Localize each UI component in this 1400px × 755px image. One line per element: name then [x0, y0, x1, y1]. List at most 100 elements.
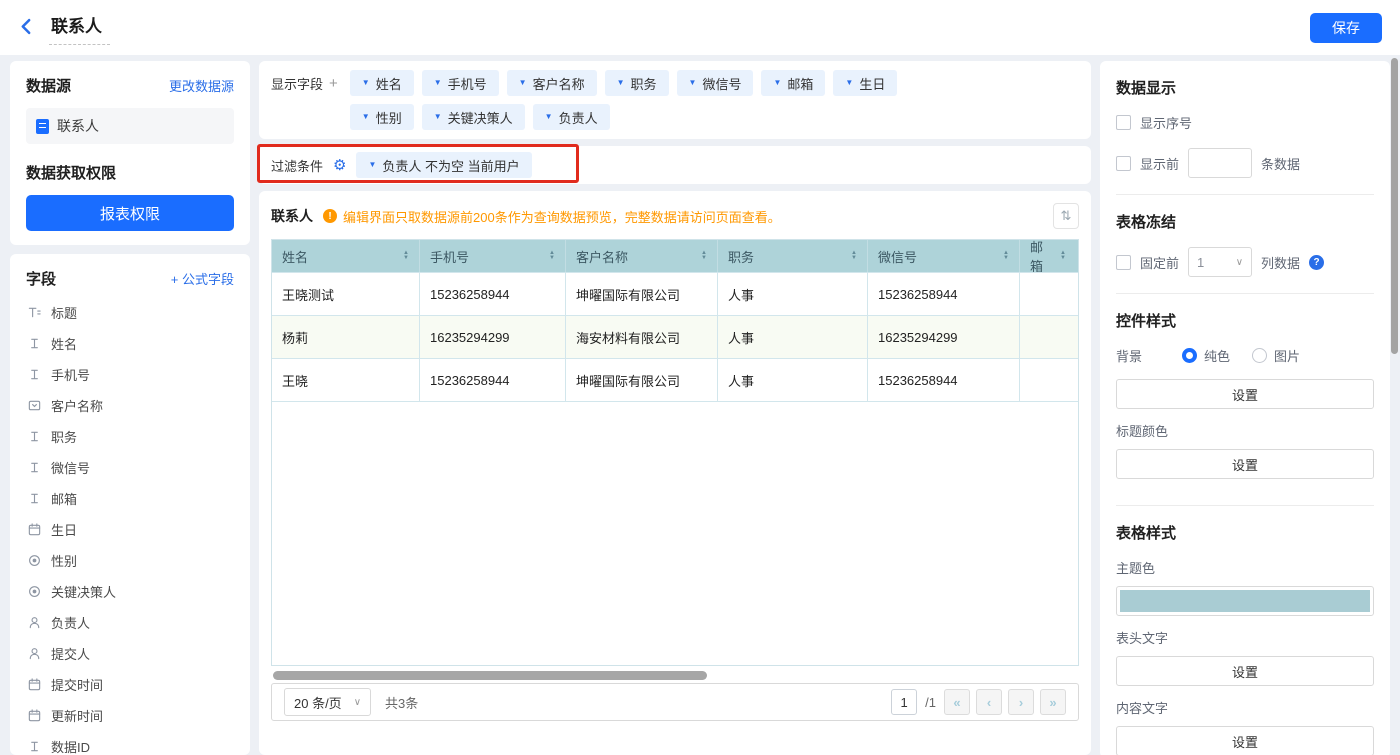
field-item[interactable]: 数据ID — [26, 731, 234, 755]
report-permission-button[interactable]: 报表权限 — [26, 195, 234, 231]
datasource-item[interactable]: 联系人 — [26, 108, 234, 144]
show-index-checkbox[interactable] — [1116, 115, 1131, 130]
display-field-chip[interactable]: ▼ 性别 — [350, 104, 414, 130]
back-button[interactable] — [18, 18, 35, 38]
text-icon — [26, 367, 42, 383]
radio-selected-icon — [1182, 348, 1197, 363]
radio-icon — [26, 553, 42, 569]
main-panel: 显示字段 + ▼ 姓名 ▼ 手机号 ▼ 客户名称 ▼ 职务 ▼ 微信号 ▼ 邮箱… — [259, 61, 1091, 755]
column-header[interactable]: 姓名▲▼ — [272, 240, 420, 272]
sort-arrows-icon: ▲▼ — [1054, 251, 1066, 261]
display-fields-card: 显示字段 + ▼ 姓名 ▼ 手机号 ▼ 客户名称 ▼ 职务 ▼ 微信号 ▼ 邮箱… — [259, 61, 1091, 139]
field-item[interactable]: 姓名 — [26, 328, 234, 359]
page-title[interactable]: 联系人 — [49, 10, 110, 45]
data-display-title: 数据显示 — [1116, 77, 1374, 98]
column-header[interactable]: 职务▲▼ — [718, 240, 868, 272]
change-datasource-link[interactable]: 更改数据源 — [169, 76, 234, 95]
image-radio[interactable]: 图片 — [1252, 346, 1300, 365]
add-formula-field-link[interactable]: + 公式字段 — [171, 269, 234, 288]
display-field-chip[interactable]: ▼ 职务 — [605, 70, 669, 96]
show-first-count-input[interactable] — [1188, 148, 1252, 178]
filter-label: 过滤条件 — [271, 156, 323, 175]
save-button[interactable]: 保存 — [1310, 13, 1382, 43]
left-panel: 数据源 更改数据源 联系人 数据获取权限 报表权限 字段 + 公式字段 标题 姓… — [10, 61, 250, 755]
table-cell: 坤曜国际有限公司 — [566, 273, 718, 315]
display-field-chip[interactable]: ▼ 生日 — [833, 70, 897, 96]
field-item[interactable]: 生日 — [26, 514, 234, 545]
next-page-button[interactable]: › — [1008, 689, 1034, 715]
sort-arrows-icon: ▲▼ — [397, 251, 409, 261]
help-icon[interactable]: ? — [1309, 255, 1324, 270]
display-field-chip[interactable]: ▼ 客户名称 — [507, 70, 597, 96]
first-page-button[interactable]: « — [944, 689, 970, 715]
column-header[interactable]: 手机号▲▼ — [420, 240, 566, 272]
field-list: 标题 姓名 手机号 客户名称 职务 微信号 邮箱 生日 性别 关键决策人 负责人 — [26, 297, 234, 755]
field-item[interactable]: 提交时间 — [26, 669, 234, 700]
chevron-down-icon: ▼ — [362, 113, 370, 121]
field-item[interactable]: 提交人 — [26, 638, 234, 669]
show-first-checkbox[interactable] — [1116, 156, 1131, 171]
display-field-chip[interactable]: ▼ 手机号 — [422, 70, 499, 96]
display-field-chip[interactable]: ▼ 负责人 — [533, 104, 610, 130]
chevron-down-icon: ▼ — [362, 79, 370, 87]
column-header[interactable]: 客户名称▲▼ — [566, 240, 718, 272]
add-display-field-button[interactable]: + — [329, 75, 338, 92]
display-field-chip[interactable]: ▼ 邮箱 — [761, 70, 825, 96]
theme-color-swatch — [1120, 590, 1370, 612]
background-label: 背景 — [1116, 346, 1182, 365]
field-item[interactable]: 职务 — [26, 421, 234, 452]
header-text-set-button[interactable]: 设置 — [1116, 656, 1374, 686]
column-header[interactable]: 微信号▲▼ — [868, 240, 1020, 272]
prev-page-button[interactable]: ‹ — [976, 689, 1002, 715]
freeze-checkbox[interactable] — [1116, 255, 1131, 270]
vertical-scrollbar-thumb[interactable] — [1391, 58, 1398, 354]
last-page-button[interactable]: » — [1040, 689, 1066, 715]
column-header[interactable]: 邮箱▲▼ — [1020, 240, 1076, 272]
display-field-chip[interactable]: ▼ 关键决策人 — [422, 104, 525, 130]
header-text-label: 表头文字 — [1116, 628, 1374, 647]
sort-order-icon: ⇅ — [1061, 208, 1072, 224]
title-color-set-button[interactable]: 设置 — [1116, 449, 1374, 479]
radio-unselected-icon — [1252, 348, 1267, 363]
chevron-down-icon: ▼ — [368, 161, 376, 169]
freeze-count-select[interactable]: 1 ∨ — [1188, 247, 1252, 277]
divider — [1116, 293, 1374, 294]
datasource-title: 数据源 — [26, 75, 71, 96]
theme-color-picker[interactable] — [1116, 586, 1374, 616]
field-item[interactable]: 负责人 — [26, 607, 234, 638]
background-set-button[interactable]: 设置 — [1116, 379, 1374, 409]
filter-card: 过滤条件 ⚙ ▼ 负责人 不为空 当前用户 — [259, 146, 1091, 184]
sort-arrows-icon: ▲▼ — [997, 251, 1009, 261]
content-text-set-button[interactable]: 设置 — [1116, 726, 1374, 755]
field-item[interactable]: 标题 — [26, 297, 234, 328]
text-icon — [26, 336, 42, 352]
divider — [1116, 505, 1374, 506]
page-size-select[interactable]: 20 条/页 ∨ — [284, 688, 371, 716]
horizontal-scrollbar-thumb[interactable] — [273, 671, 707, 680]
table-row: 王晓测试15236258944坤曜国际有限公司人事15236258944 — [272, 272, 1078, 315]
calendar-icon — [26, 677, 42, 693]
table-row: 王晓15236258944坤曜国际有限公司人事15236258944 — [272, 358, 1078, 401]
field-item[interactable]: 更新时间 — [26, 700, 234, 731]
field-item[interactable]: 邮箱 — [26, 483, 234, 514]
fields-card: 字段 + 公式字段 标题 姓名 手机号 客户名称 职务 微信号 邮箱 生日 — [10, 254, 250, 755]
filter-condition-chip[interactable]: ▼ 负责人 不为空 当前用户 — [356, 152, 531, 178]
page-number-input[interactable]: 1 — [891, 689, 917, 715]
display-field-chip[interactable]: ▼ 微信号 — [677, 70, 754, 96]
field-item[interactable]: 手机号 — [26, 359, 234, 390]
display-field-chip[interactable]: ▼ 姓名 — [350, 70, 414, 96]
pagination-bar: 20 条/页 ∨ 共3条 1 /1 « ‹ › » — [271, 683, 1079, 721]
field-item[interactable]: 关键决策人 — [26, 576, 234, 607]
table-header-row: 姓名▲▼手机号▲▼客户名称▲▼职务▲▼微信号▲▼邮箱▲▼ — [272, 240, 1078, 272]
field-item[interactable]: 客户名称 — [26, 390, 234, 421]
text-icon — [26, 491, 42, 507]
preview-card: 联系人 ! 编辑界面只取数据源前200条作为查询数据预览，完整数据请访问页面查看… — [259, 191, 1091, 755]
pager: 1 /1 « ‹ › » — [891, 689, 1066, 715]
field-item[interactable]: 性别 — [26, 545, 234, 576]
document-icon — [36, 119, 49, 134]
display-field-chips: ▼ 姓名 ▼ 手机号 ▼ 客户名称 ▼ 职务 ▼ 微信号 ▼ 邮箱 ▼ 生日 ▼… — [350, 70, 950, 130]
sort-order-button[interactable]: ⇅ — [1053, 203, 1079, 229]
solid-color-radio[interactable]: 纯色 — [1182, 346, 1230, 365]
field-item[interactable]: 微信号 — [26, 452, 234, 483]
gear-icon[interactable]: ⚙ — [333, 158, 346, 173]
